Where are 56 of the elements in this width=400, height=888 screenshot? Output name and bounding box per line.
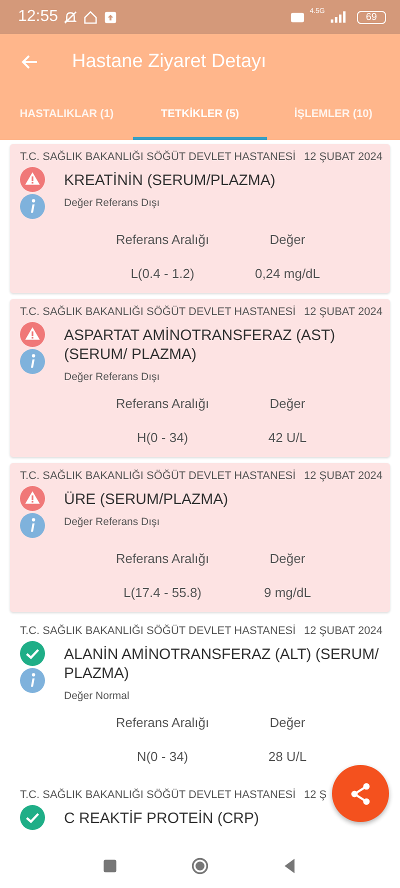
info-icon[interactable] xyxy=(20,194,45,219)
hospital-name: T.C. SAĞLIK BAKANLIĞI SÖĞÜT DEVLET HASTANESİ xyxy=(20,306,296,318)
warning-icon xyxy=(20,486,45,511)
reference-range: L(17.4 - 55.8) xyxy=(122,585,203,600)
column-label: Değer xyxy=(268,232,306,247)
test-card[interactable]: T.C. SAĞLIK BAKANLIĞI SÖĞÜT DEVLET HASTANESİ 12 ŞUBAT 2024 ÜRE (SERUM/PLAZMA) Değer Referans Dışı Referans Aralığı Değer L(17.4 - 55.8) 9 mg/dL xyxy=(10,463,390,612)
test-date: 12 ŞUBAT 2024 xyxy=(304,151,380,163)
test-date: 12 ŞUBAT 2024 xyxy=(304,625,380,637)
hospital-name: T.C. SAĞLIK BAKANLIĞI SÖĞÜT DEVLET HASTANESİ xyxy=(20,625,296,637)
hospital-name: T.C. SAĞLIK BAKANLIĞI SÖĞÜT DEVLET HASTANESİ xyxy=(20,151,296,163)
test-name: C REAKTİF PROTEİN (CRP) xyxy=(64,809,260,828)
column-label: Değer xyxy=(268,551,306,566)
check-icon xyxy=(20,641,45,666)
test-card[interactable]: T.C. SAĞLIK BAKANLIĞI SÖĞÜT DEVLET HASTANESİ 12 ŞUBAT 2024 KREATİNİN (SERUM/PLAZMA) Değer Referans Dışı Referans Aralığı Değer L(0.4 - 1.2) 0,24 mg/dL xyxy=(10,144,390,293)
clock-time: 12:55 xyxy=(18,8,58,26)
check-icon xyxy=(20,805,45,830)
battery-indicator: 69 xyxy=(356,10,386,24)
test-name: ASPARTAT AMİNOTRANSFERAZ (AST) (SERUM/ PLAZMA) xyxy=(64,326,336,364)
warning-icon xyxy=(20,322,45,347)
column-label: Değer xyxy=(268,396,306,411)
reference-range: N(0 - 34) xyxy=(136,749,190,764)
upload-icon xyxy=(103,10,118,24)
test-name: KREATİNİN (SERUM/PLAZMA) xyxy=(64,171,276,190)
column-label: Referans Aralığı xyxy=(114,551,210,566)
result-value: 9 mg/dL xyxy=(263,585,312,600)
result-value: 28 U/L xyxy=(267,749,308,764)
result-value: 42 U/L xyxy=(267,430,308,445)
test-date: 12 ŞUBAT 2024 xyxy=(304,470,380,482)
column-label: Referans Aralığı xyxy=(114,715,210,730)
home-button-icon[interactable] xyxy=(191,857,209,875)
info-icon[interactable] xyxy=(20,513,45,538)
reference-range: H(0 - 34) xyxy=(136,430,190,445)
info-icon[interactable] xyxy=(20,349,45,374)
result-status: Değer Referans Dışı xyxy=(64,516,161,528)
result-status: Değer Referans Dışı xyxy=(64,197,161,209)
result-status: Değer Referans Dışı xyxy=(64,371,161,383)
test-name: ÜRE (SERUM/PLAZMA) xyxy=(64,490,230,509)
reference-range: L(0.4 - 1.2) xyxy=(130,266,196,281)
recents-icon[interactable] xyxy=(101,857,119,875)
test-card[interactable]: T.C. SAĞLIK BAKANLIĞI SÖĞÜT DEVLET HASTANESİ 12 ŞUBAT 2024 ASPARTAT AMİNOTRANSFERAZ (AST) (SERUM/ PLAZMA) Değer Referans Dışı Referans Aralığı Değer H(0 - 34) 42 U/L xyxy=(10,299,390,457)
home-icon xyxy=(83,10,98,24)
info-icon[interactable] xyxy=(20,668,45,693)
test-date: 12 ŞUBAT 2024 xyxy=(304,306,380,318)
hospital-name: T.C. SAĞLIK BAKANLIĞI SÖĞÜT DEVLET HASTANESİ xyxy=(20,789,296,801)
column-label: Referans Aralığı xyxy=(114,396,210,411)
bell-muted-icon xyxy=(63,10,78,24)
result-status: Değer Normal xyxy=(64,690,130,702)
warning-icon xyxy=(20,167,45,192)
test-name: ALANİN AMİNOTRANSFERAZ (ALT) (SERUM/ PLAZMA) xyxy=(64,645,380,683)
column-label: Değer xyxy=(268,715,306,730)
hospital-name: T.C. SAĞLIK BAKANLIĞI SÖĞÜT DEVLET HASTANESİ xyxy=(20,470,296,482)
result-value: 0,24 mg/dL xyxy=(254,266,322,281)
signal-icon xyxy=(330,11,348,23)
screen-title: Hastane Ziyaret Detayı xyxy=(72,51,266,73)
column-label: Referans Aralığı xyxy=(114,232,210,247)
test-date: 12 Ş xyxy=(304,789,328,801)
